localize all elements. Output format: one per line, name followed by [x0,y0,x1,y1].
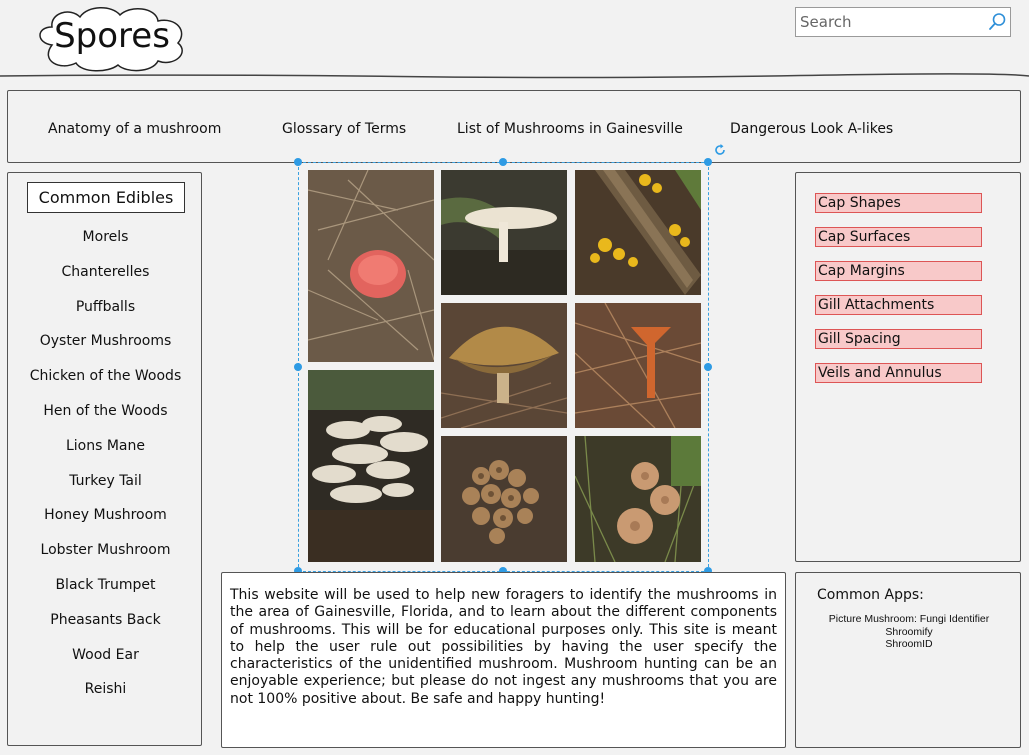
orange-trumpet-mushroom-photo [575,303,701,428]
brown-cluster-mushroom-photo [441,436,567,562]
main-nav: Anatomy of a mushroom Glossary of Terms … [7,90,1021,163]
resize-handle-top-left[interactable] [294,158,302,166]
nav-anatomy[interactable]: Anatomy of a mushroom [48,121,221,137]
edible-item-turkey-tail[interactable]: Turkey Tail [8,473,203,508]
resize-handle-right[interactable] [704,363,712,371]
characteristic-veils-and-annulus[interactable]: Veils and Annulus [815,363,982,383]
nav-mushroom-list[interactable]: List of Mushrooms in Gainesville [457,121,683,137]
common-apps-box: Common Apps: Picture Mushroom: Fungi Ide… [795,572,1021,748]
characteristics-list: Cap Shapes Cap Surfaces Cap Margins Gill… [815,193,982,397]
edible-item-lions-mane[interactable]: Lions Mane [8,438,203,473]
edible-item-hen-of-the-woods[interactable]: Hen of the Woods [8,403,203,438]
characteristic-gill-spacing[interactable]: Gill Spacing [815,329,982,349]
edible-item-oyster[interactable]: Oyster Mushrooms [8,333,203,368]
edible-item-puffballs[interactable]: Puffballs [8,299,203,334]
edible-item-chanterelles[interactable]: Chanterelles [8,264,203,299]
header-divider [0,73,1029,79]
sidebar-title: Common Edibles [27,182,185,213]
characteristic-cap-surfaces[interactable]: Cap Surfaces [815,227,982,247]
white-cluster-mushroom-photo [308,370,434,562]
resize-handle-top[interactable] [499,158,507,166]
edible-item-lobster-mushroom[interactable]: Lobster Mushroom [8,542,203,577]
edible-item-honey-mushroom[interactable]: Honey Mushroom [8,507,203,542]
mushroom-photo-collage[interactable] [294,158,712,575]
characteristics-sidebar: Cap Shapes Cap Surfaces Cap Margins Gill… [795,172,1021,562]
search-input[interactable] [800,10,980,34]
tan-caps-in-grass-photo [575,436,701,562]
nav-glossary[interactable]: Glossary of Terms [282,121,406,137]
resize-handle-top-right[interactable] [704,158,712,166]
edible-item-morels[interactable]: Morels [8,229,203,264]
app-item-picture-mushroom: Picture Mushroom: Fungi Identifier [828,613,990,625]
description-text: This website will be used to help new fo… [230,587,777,707]
site-logo[interactable]: Spores [34,5,190,73]
edible-item-reishi[interactable]: Reishi [8,681,203,716]
characteristic-cap-margins[interactable]: Cap Margins [815,261,982,281]
edible-item-pheasants-back[interactable]: Pheasants Back [8,612,203,647]
edibles-sidebar: Common Edibles Morels Chanterelles Puffb… [7,172,202,746]
edibles-list: Morels Chanterelles Puffballs Oyster Mus… [8,229,203,716]
search-box[interactable] [795,7,1011,37]
characteristic-cap-shapes[interactable]: Cap Shapes [815,193,982,213]
resize-handle-left[interactable] [294,363,302,371]
edible-item-wood-ear[interactable]: Wood Ear [8,647,203,682]
search-icon[interactable] [987,12,1007,32]
rotate-icon[interactable] [713,143,727,157]
edible-item-chicken-of-the-woods[interactable]: Chicken of the Woods [8,368,203,403]
app-item-shroomify: Shroomify [885,625,933,638]
nav-lookalikes[interactable]: Dangerous Look A-likes [730,121,893,137]
logo-text: Spores [54,16,170,56]
description-box: This website will be used to help new fo… [221,572,786,748]
app-item-shroomid: ShroomID [885,638,933,650]
edible-item-black-trumpet[interactable]: Black Trumpet [8,577,203,612]
yellow-cluster-on-log-photo [575,170,701,295]
brown-cap-mushroom-photo [441,303,567,428]
characteristic-gill-attachments[interactable]: Gill Attachments [815,295,982,315]
red-cap-mushroom-photo [308,170,434,362]
white-gilled-mushroom-photo [441,170,567,295]
apps-title: Common Apps: [817,587,924,603]
apps-list: Picture Mushroom: Fungi Identifier Shroo… [796,613,1022,651]
